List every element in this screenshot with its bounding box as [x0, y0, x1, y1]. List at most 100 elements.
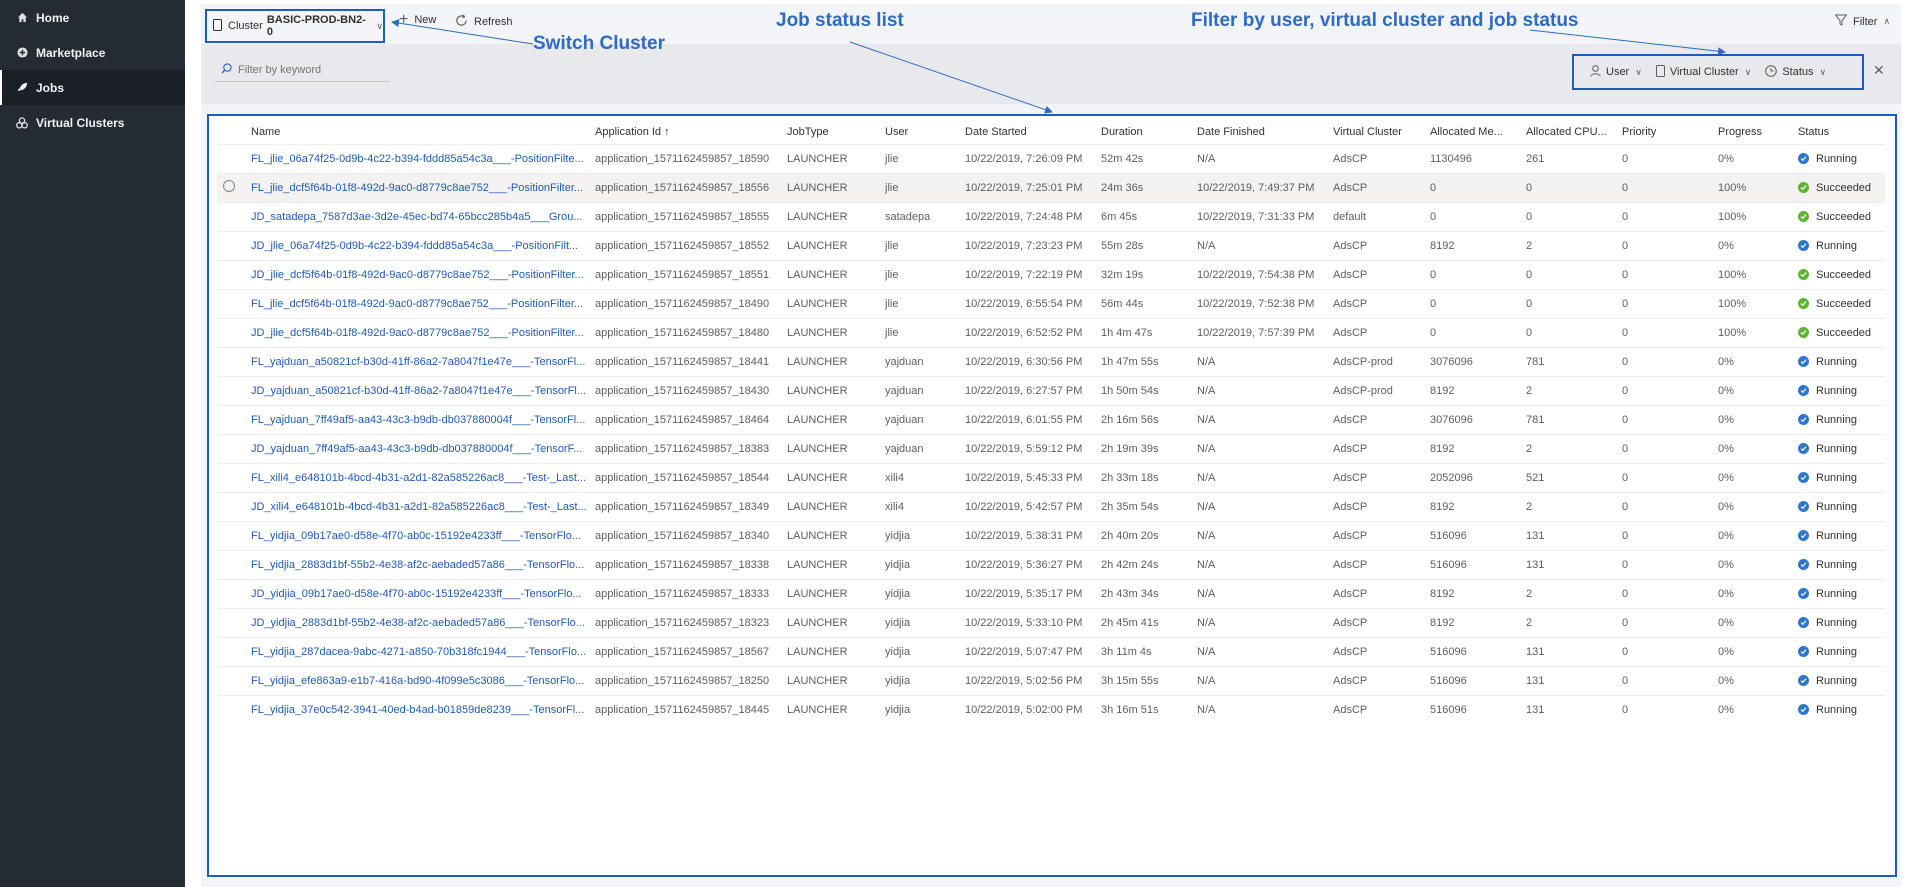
column-header[interactable]: Name: [245, 120, 589, 144]
column-header[interactable]: Virtual Cluster: [1327, 120, 1424, 144]
column-header[interactable]: Duration: [1095, 120, 1191, 144]
virtual-cluster-filter-dropdown[interactable]: Virtual Cluster ∨: [1655, 64, 1751, 80]
user-filter-dropdown[interactable]: User ∨: [1590, 64, 1642, 80]
table-row[interactable]: JD_yajduan_a50821cf-b30d-41ff-86a2-7a804…: [217, 375, 1885, 405]
cluster-switcher[interactable]: Cluster BASIC-PROD-BN2-0 ∨: [205, 9, 385, 43]
job-name-cell[interactable]: FL_yajduan_7ff49af5-aa43-43c3-b9db-db037…: [245, 404, 589, 434]
column-header[interactable]: Date Finished: [1191, 120, 1327, 144]
job-name-cell[interactable]: JD_yidjia_2883d1bf-55b2-4e38-af2c-aebade…: [245, 607, 589, 637]
row-select-cell[interactable]: [217, 433, 245, 463]
job-name-cell[interactable]: FL_yidjia_09b17ae0-d58e-4f70-ab0c-15192e…: [245, 520, 589, 550]
job-name-cell[interactable]: FL_yidjia_2883d1bf-55b2-4e38-af2c-aebade…: [245, 549, 589, 579]
row-select-cell[interactable]: [217, 288, 245, 318]
column-header[interactable]: User: [879, 120, 959, 144]
row-select-cell[interactable]: [217, 259, 245, 289]
table-row[interactable]: FL_yidjia_2883d1bf-55b2-4e38-af2c-aebade…: [217, 549, 1885, 579]
column-header[interactable]: Application Id ↑: [589, 120, 781, 144]
date-started-cell: 10/22/2019, 7:22:19 PM: [959, 259, 1095, 289]
column-header[interactable]: Allocated Me...: [1424, 120, 1520, 144]
row-select-cell[interactable]: [217, 172, 245, 202]
row-select-cell[interactable]: [217, 578, 245, 608]
column-header[interactable]: Date Started: [959, 120, 1095, 144]
user-cell: jlie: [879, 288, 959, 318]
job-name-cell[interactable]: JD_yidjia_09b17ae0-d58e-4f70-ab0c-15192e…: [245, 578, 589, 608]
sidebar-item-home[interactable]: Home: [0, 0, 185, 35]
row-select-cell[interactable]: [217, 665, 245, 695]
sidebar-item-jobs[interactable]: Jobs: [0, 70, 185, 105]
table-row[interactable]: JD_xili4_e648101b-4bcd-4b31-a2d1-82a5852…: [217, 491, 1885, 521]
job-name-cell[interactable]: JD_jlie_06a74f25-0d9b-4c22-b394-fddd85a5…: [245, 230, 589, 260]
table-row[interactable]: FL_jlie_06a74f25-0d9b-4c22-b394-fddd85a5…: [217, 143, 1885, 173]
table-row[interactable]: FL_yidjia_09b17ae0-d58e-4f70-ab0c-15192e…: [217, 520, 1885, 550]
duration-cell: 6m 45s: [1095, 201, 1191, 231]
job-name-cell[interactable]: FL_jlie_dcf5f64b-01f8-492d-9ac0-d8779c8a…: [245, 288, 589, 318]
allocated-memory-cell: 0: [1424, 288, 1520, 318]
application-id-cell: application_1571162459857_18445: [589, 694, 781, 724]
close-icon[interactable]: ✕: [1873, 62, 1885, 79]
row-select-cell[interactable]: [217, 694, 245, 724]
table-row[interactable]: FL_yidjia_efe863a9-e1b7-416a-bd90-4f099e…: [217, 665, 1885, 695]
job-type-cell: LAUNCHER: [781, 143, 879, 173]
job-name-cell[interactable]: FL_jlie_06a74f25-0d9b-4c22-b394-fddd85a5…: [245, 143, 589, 173]
column-header[interactable]: Status: [1792, 120, 1885, 144]
job-name-cell[interactable]: JD_jlie_dcf5f64b-01f8-492d-9ac0-d8779c8a…: [245, 317, 589, 347]
job-name-cell[interactable]: FL_jlie_dcf5f64b-01f8-492d-9ac0-d8779c8a…: [245, 172, 589, 202]
table-row[interactable]: JD_jlie_dcf5f64b-01f8-492d-9ac0-d8779c8a…: [217, 259, 1885, 289]
row-select-radio[interactable]: [223, 180, 235, 192]
row-select-cell[interactable]: [217, 201, 245, 231]
job-name-cell[interactable]: FL_yidjia_287dacea-9abc-4271-a850-70b318…: [245, 636, 589, 666]
row-select-cell[interactable]: [217, 636, 245, 666]
job-name-cell[interactable]: JD_xili4_e648101b-4bcd-4b31-a2d1-82a5852…: [245, 491, 589, 521]
application-id-cell: application_1571162459857_18323: [589, 607, 781, 637]
row-select-cell[interactable]: [217, 346, 245, 376]
filter-toggle-button[interactable]: Filter ∧: [1834, 14, 1890, 29]
table-row[interactable]: FL_yidjia_287dacea-9abc-4271-a850-70b318…: [217, 636, 1885, 666]
sidebar-item-marketplace[interactable]: Marketplace: [0, 35, 185, 70]
job-name-cell[interactable]: JD_yajduan_a50821cf-b30d-41ff-86a2-7a804…: [245, 375, 589, 405]
row-select-cell[interactable]: [217, 607, 245, 637]
row-select-cell[interactable]: [217, 143, 245, 173]
table-row[interactable]: FL_xili4_e648101b-4bcd-4b31-a2d1-82a5852…: [217, 462, 1885, 492]
table-row[interactable]: FL_yajduan_a50821cf-b30d-41ff-86a2-7a804…: [217, 346, 1885, 376]
row-select-cell[interactable]: [217, 462, 245, 492]
job-name-cell[interactable]: JD_yajduan_7ff49af5-aa43-43c3-b9db-db037…: [245, 433, 589, 463]
column-header[interactable]: Progress: [1712, 120, 1792, 144]
table-row[interactable]: JD_yidjia_09b17ae0-d58e-4f70-ab0c-15192e…: [217, 578, 1885, 608]
sidebar-item-virtual-clusters[interactable]: Virtual Clusters: [0, 105, 185, 140]
row-select-cell[interactable]: [217, 317, 245, 347]
person-icon: [1590, 64, 1601, 80]
column-header[interactable]: JobType: [781, 120, 879, 144]
table-row[interactable]: JD_jlie_06a74f25-0d9b-4c22-b394-fddd85a5…: [217, 230, 1885, 260]
date-finished-cell: N/A: [1191, 491, 1327, 521]
keyword-filter-input[interactable]: [238, 63, 388, 76]
running-icon: [1798, 443, 1809, 454]
row-select-cell[interactable]: [217, 404, 245, 434]
table-row[interactable]: FL_yajduan_7ff49af5-aa43-43c3-b9db-db037…: [217, 404, 1885, 434]
status-filter-dropdown[interactable]: Status ∨: [1765, 64, 1826, 80]
row-select-cell[interactable]: [217, 230, 245, 260]
refresh-button[interactable]: Refresh: [455, 14, 513, 30]
job-name-cell[interactable]: FL_xili4_e648101b-4bcd-4b31-a2d1-82a5852…: [245, 462, 589, 492]
row-select-cell[interactable]: [217, 491, 245, 521]
job-name-cell[interactable]: JD_satadepa_7587d3ae-3d2e-45ec-bd74-65bc…: [245, 201, 589, 231]
table-row[interactable]: JD_yajduan_7ff49af5-aa43-43c3-b9db-db037…: [217, 433, 1885, 463]
table-row[interactable]: JD_yidjia_2883d1bf-55b2-4e38-af2c-aebade…: [217, 607, 1885, 637]
job-name-cell[interactable]: FL_yidjia_efe863a9-e1b7-416a-bd90-4f099e…: [245, 665, 589, 695]
row-select-cell[interactable]: [217, 375, 245, 405]
table-row[interactable]: JD_satadepa_7587d3ae-3d2e-45ec-bd74-65bc…: [217, 201, 1885, 231]
table-row[interactable]: FL_jlie_dcf5f64b-01f8-492d-9ac0-d8779c8a…: [217, 172, 1885, 202]
row-select-cell[interactable]: [217, 549, 245, 579]
row-select-cell[interactable]: [217, 520, 245, 550]
new-button[interactable]: + New: [399, 12, 436, 28]
job-name-cell[interactable]: JD_jlie_dcf5f64b-01f8-492d-9ac0-d8779c8a…: [245, 259, 589, 289]
table-row[interactable]: FL_yidjia_37e0c542-3941-40ed-b4ad-b01859…: [217, 694, 1885, 724]
table-row[interactable]: JD_jlie_dcf5f64b-01f8-492d-9ac0-d8779c8a…: [217, 317, 1885, 347]
job-name-cell[interactable]: FL_yidjia_37e0c542-3941-40ed-b4ad-b01859…: [245, 694, 589, 724]
priority-cell: 0: [1616, 433, 1712, 463]
running-icon: [1798, 588, 1809, 599]
column-header[interactable]: Allocated CPU...: [1520, 120, 1616, 144]
column-header[interactable]: Priority: [1616, 120, 1712, 144]
status-cell: Succeeded: [1792, 288, 1885, 318]
job-name-cell[interactable]: FL_yajduan_a50821cf-b30d-41ff-86a2-7a804…: [245, 346, 589, 376]
table-row[interactable]: FL_jlie_dcf5f64b-01f8-492d-9ac0-d8779c8a…: [217, 288, 1885, 318]
